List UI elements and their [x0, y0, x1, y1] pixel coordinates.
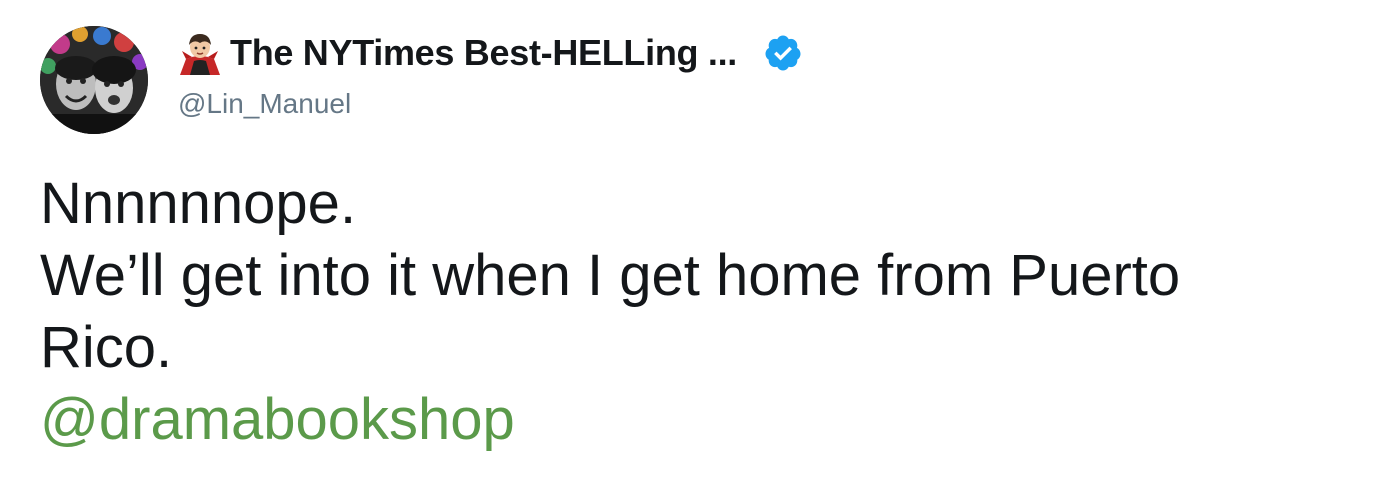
tweet-text: Nnnnnnope. We’ll get into it when I get …: [40, 168, 1370, 456]
tweet-line: Rico.: [40, 315, 173, 380]
tweet-line: We’ll get into it when I get home from P…: [40, 243, 1181, 308]
user-handle[interactable]: @Lin_Manuel: [178, 88, 803, 120]
avatar-photo: [40, 26, 148, 134]
name-row: The NYTimes Best-HELLing ...: [176, 26, 803, 80]
verified-badge-icon: [763, 33, 803, 73]
mention-link[interactable]: @dramabookshop: [40, 384, 1370, 456]
display-name[interactable]: The NYTimes Best-HELLing ...: [230, 32, 737, 74]
tweet-header: The NYTimes Best-HELLing ... @Lin_Manuel: [176, 26, 803, 134]
vampire-emoji-icon: [176, 29, 224, 77]
tweet-card: The NYTimes Best-HELLing ... @Lin_Manuel…: [0, 0, 1400, 501]
tweet-line: Nnnnnnope.: [40, 171, 357, 236]
avatar[interactable]: [40, 26, 148, 134]
